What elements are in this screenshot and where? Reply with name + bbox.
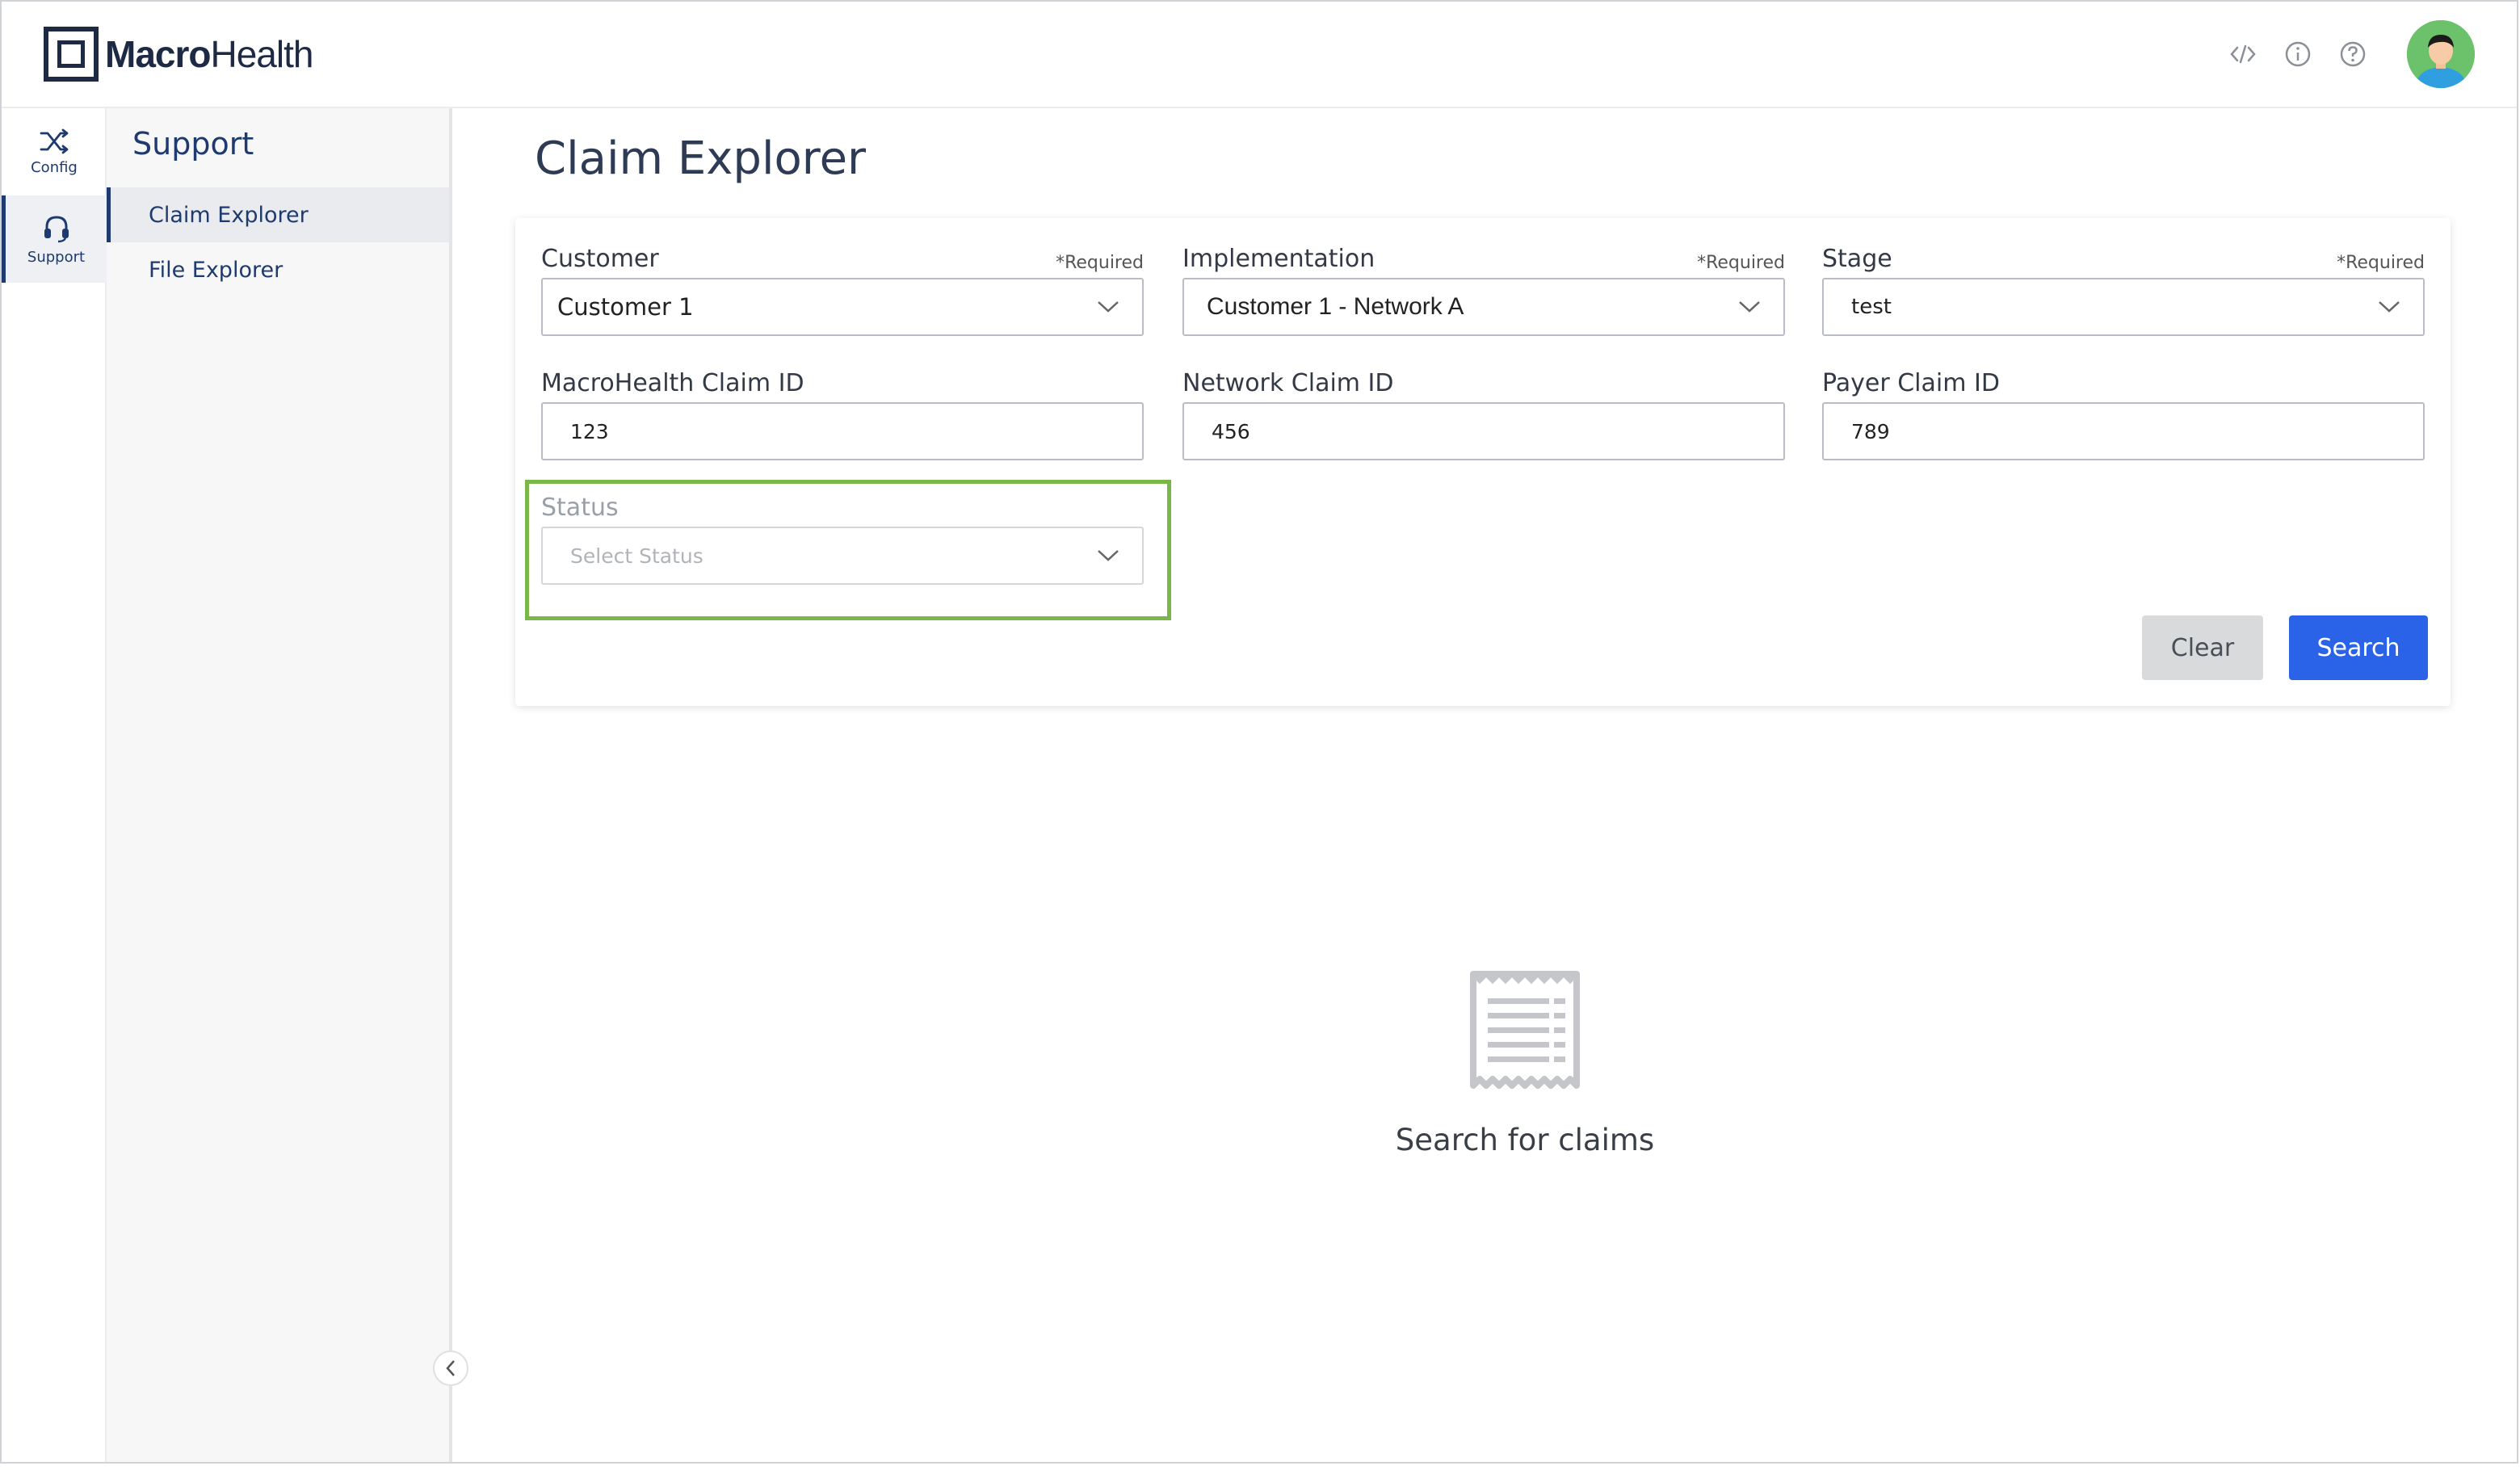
chevron-down-icon <box>1098 301 1119 313</box>
status-select[interactable]: Select Status <box>541 527 1144 585</box>
required-note: *Required <box>2337 253 2425 273</box>
payer-claim-id-input[interactable]: 789 <box>1822 402 2425 460</box>
stage-value: test <box>1851 295 1892 319</box>
chevron-down-icon <box>1098 550 1119 561</box>
empty-state-text: Search for claims <box>1395 1123 1655 1157</box>
rail-item-label: Support <box>27 248 86 266</box>
clear-button[interactable]: Clear <box>2142 615 2263 680</box>
customer-field: Customer *Required Customer 1 <box>541 241 1144 336</box>
shuffle-icon <box>40 128 69 153</box>
stage-field: Stage *Required test <box>1822 241 2425 336</box>
header-actions <box>2228 18 2475 90</box>
app-window: MacroHealth Config Support Support Claim… <box>0 0 2518 1464</box>
payer-claim-id-field: Payer Claim ID 789 <box>1822 365 2425 460</box>
network-claim-id-input[interactable]: 456 <box>1182 402 1785 460</box>
logo-text: MacroHealth <box>105 33 313 75</box>
network-claim-id-field: Network Claim ID 456 <box>1182 365 1785 460</box>
status-field: Status Select Status <box>541 489 1144 585</box>
macrohealth-claim-id-input[interactable]: 123 <box>541 402 1144 460</box>
implementation-value: Customer 1 - Network A <box>1207 293 1464 320</box>
receipt-icon <box>1470 970 1580 1089</box>
chevron-down-icon <box>2379 301 2400 313</box>
customer-select[interactable]: Customer 1 <box>541 278 1144 336</box>
customer-label: Customer <box>541 245 659 273</box>
headset-icon <box>44 215 69 242</box>
implementation-label: Implementation <box>1182 245 1376 273</box>
rail-item-config[interactable]: Config <box>2 108 107 195</box>
customer-value: Customer 1 <box>557 293 694 321</box>
collapse-sidebar-button[interactable] <box>433 1350 468 1386</box>
payer-claim-id-label: Payer Claim ID <box>1822 369 2000 397</box>
status-placeholder: Select Status <box>570 544 704 568</box>
chevron-left-icon <box>446 1360 455 1376</box>
search-form-card: Customer *Required Customer 1 Implementat… <box>515 218 2451 706</box>
status-label: Status <box>541 494 619 522</box>
implementation-select[interactable]: Customer 1 - Network A <box>1182 278 1785 336</box>
info-icon[interactable] <box>2283 39 2313 69</box>
search-button[interactable]: Search <box>2289 615 2428 680</box>
macrohealth-claim-id-field: MacroHealth Claim ID 123 <box>541 365 1144 460</box>
primary-nav-rail: Config Support <box>2 108 107 1462</box>
required-note: *Required <box>1056 253 1144 273</box>
required-note: *Required <box>1697 253 1785 273</box>
sidebar-item-claim-explorer[interactable]: Claim Explorer <box>107 187 449 242</box>
empty-state: Search for claims <box>1323 969 1727 1157</box>
page-title: Claim Explorer <box>535 132 867 185</box>
rail-item-label: Config <box>31 158 78 176</box>
logo-mark <box>44 27 99 82</box>
chevron-down-icon <box>1739 301 1760 313</box>
stage-select[interactable]: test <box>1822 278 2425 336</box>
stage-label: Stage <box>1822 245 1892 273</box>
main-content: Claim Explorer Customer *Required Custome… <box>456 108 2517 1462</box>
implementation-field: Implementation *Required Customer 1 - Net… <box>1182 241 1785 336</box>
code-icon[interactable] <box>2228 39 2258 69</box>
sidebar-item-file-explorer[interactable]: File Explorer <box>107 242 449 297</box>
sidebar-title: Support <box>132 126 254 162</box>
macrohealth-claim-id-label: MacroHealth Claim ID <box>541 369 804 397</box>
support-sidebar: Support Claim Explorer File Explorer <box>107 108 452 1462</box>
user-avatar[interactable] <box>2407 20 2475 88</box>
network-claim-id-label: Network Claim ID <box>1182 369 1394 397</box>
rail-item-support[interactable]: Support <box>2 195 107 283</box>
help-icon[interactable] <box>2337 39 2368 69</box>
macrohealth-logo[interactable]: MacroHealth <box>44 26 313 82</box>
top-bar: MacroHealth <box>2 2 2517 108</box>
